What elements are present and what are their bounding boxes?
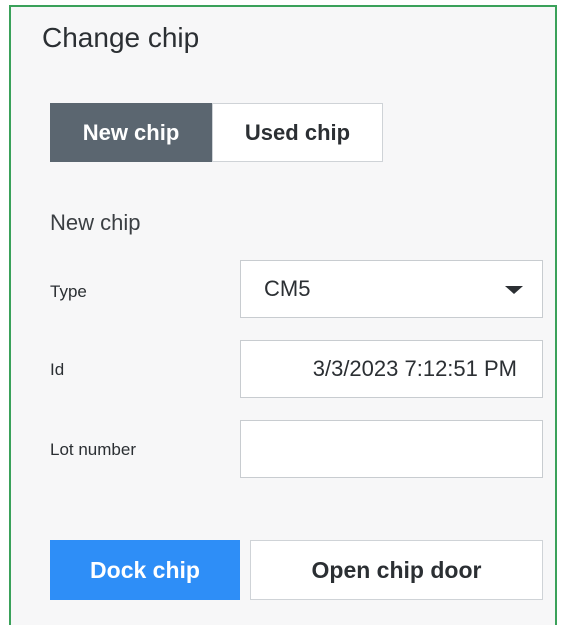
panel-title: Change chip	[42, 22, 200, 53]
lot-number-input[interactable]	[240, 420, 543, 478]
open-chip-door-button[interactable]: Open chip door	[250, 540, 543, 600]
used-chip-toggle[interactable]: Used chip	[212, 103, 383, 162]
type-select-value: CM5	[264, 276, 311, 301]
type-label: Type	[50, 282, 87, 301]
id-value: 3/3/2023 7:12:51 PM	[312, 356, 517, 381]
lot-number-label: Lot number	[50, 440, 136, 459]
id-label: Id	[50, 360, 65, 379]
section-label: New chip	[50, 210, 141, 235]
chevron-down-icon	[505, 286, 523, 294]
new-chip-toggle[interactable]: New chip	[50, 103, 212, 162]
id-field[interactable]: 3/3/2023 7:12:51 PM	[240, 340, 543, 398]
type-select[interactable]: CM5	[240, 260, 543, 318]
dock-chip-button[interactable]: Dock chip	[50, 540, 240, 600]
